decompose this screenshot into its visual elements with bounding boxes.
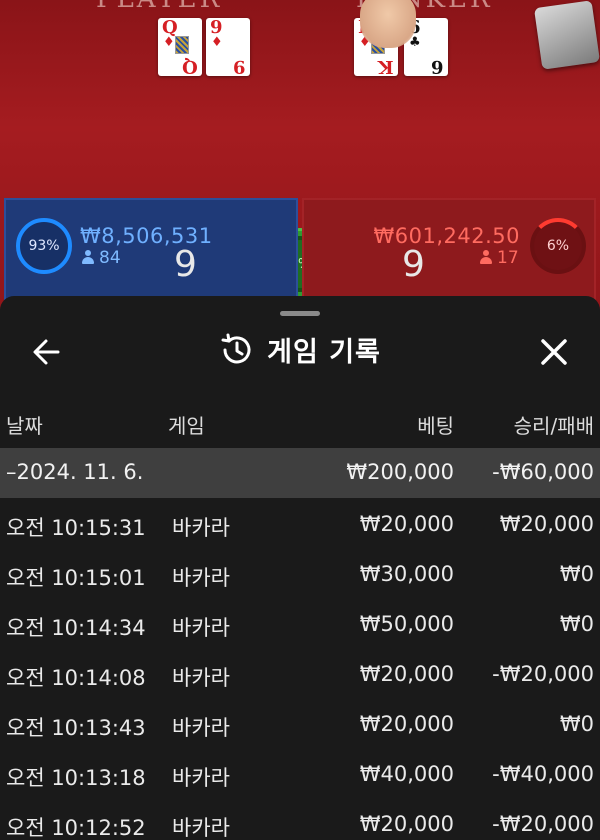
row-bet: ₩40,000 [359, 762, 454, 786]
row-game: 바카라 [172, 616, 230, 640]
history-list: 오전 10:15:31 바카라 ₩20,000 ₩20,000 오전 10:15… [0, 502, 600, 840]
row-time: 오전 10:14:08 [6, 666, 146, 690]
person-icon [82, 250, 94, 264]
table-row[interactable]: 오전 10:13:18 바카라 ₩40,000 -₩40,000 [0, 752, 600, 802]
row-result: ₩0 [559, 712, 594, 736]
row-game: 바카라 [172, 766, 230, 790]
row-game: 바카라 [172, 666, 230, 690]
row-game: 바카라 [172, 566, 230, 590]
row-time: 오전 10:14:34 [6, 616, 146, 640]
day-summary-row[interactable]: –2024. 11. 6. ₩200,000 -₩60,000 [0, 448, 600, 498]
banker-people-count: 17 [497, 248, 519, 268]
row-game: 바카라 [172, 816, 230, 840]
row-result: -₩20,000 [492, 812, 594, 836]
row-time: 오전 10:15:31 [6, 516, 146, 540]
sheet-drag-handle[interactable] [280, 311, 320, 316]
table-header: 날짜 게임 베팅 승리/패배 [0, 406, 600, 446]
row-result: ₩0 [559, 612, 594, 636]
table-row[interactable]: 오전 10:15:31 바카라 ₩20,000 ₩20,000 [0, 502, 600, 552]
day-summary-date: –2024. 11. 6. [6, 460, 144, 484]
row-bet: ₩20,000 [359, 812, 454, 836]
banker-bet-amount: ₩601,242.50 [373, 224, 520, 248]
row-bet: ₩30,000 [359, 562, 454, 586]
row-result: ₩0 [559, 562, 594, 586]
card-shoe [533, 0, 600, 70]
card-face-art [175, 36, 189, 54]
card-suit: ♦ [163, 35, 175, 50]
card-rank-bottom: 6 [431, 56, 444, 77]
row-result: ₩20,000 [499, 512, 594, 536]
sheet-header: 게임 기록 [0, 330, 600, 369]
day-summary-result: -₩60,000 [492, 460, 594, 484]
table-row[interactable]: 오전 10:12:52 바카라 ₩20,000 -₩20,000 [0, 802, 600, 840]
player-card-1: Q ♦ Q [158, 18, 202, 77]
banker-bettor-count: 17 [480, 248, 519, 268]
row-time: 오전 10:12:52 [6, 816, 146, 840]
row-game: 바카라 [172, 716, 230, 740]
player-percent: 93% [28, 238, 60, 254]
row-bet: ₩50,000 [359, 612, 454, 636]
row-bet: ₩20,000 [359, 662, 454, 686]
player-card-2: 9 ♦ 9 [206, 18, 250, 77]
person-icon [480, 250, 492, 264]
row-time: 오전 10:13:43 [6, 716, 146, 740]
close-button[interactable] [534, 332, 574, 372]
table-row[interactable]: 오전 10:14:08 바카라 ₩20,000 -₩20,000 [0, 652, 600, 702]
table-row[interactable]: 오전 10:15:01 바카라 ₩30,000 ₩0 [0, 552, 600, 602]
card-suit: ♦ [211, 35, 223, 50]
card-rank-bottom: K [378, 56, 394, 77]
column-header-date[interactable]: 날짜 [6, 410, 43, 439]
row-bet: ₩20,000 [359, 512, 454, 536]
row-game: 바카라 [172, 516, 230, 540]
banker-percent: 6% [546, 238, 570, 254]
column-header-result[interactable]: 승리/패배 [514, 410, 594, 439]
row-time: 오전 10:15:01 [6, 566, 146, 590]
row-time: 오전 10:13:18 [6, 766, 146, 790]
day-summary-bet: ₩200,000 [346, 460, 454, 484]
table-row[interactable]: 오전 10:13:43 바카라 ₩20,000 ₩0 [0, 702, 600, 752]
player-bettor-count: 84 [82, 248, 121, 268]
row-bet: ₩20,000 [359, 712, 454, 736]
column-header-game[interactable]: 게임 [168, 410, 205, 439]
row-result: -₩40,000 [492, 762, 594, 786]
history-icon [221, 333, 251, 363]
row-result: -₩20,000 [492, 662, 594, 686]
game-table-view: PLAYER BANKER Q ♦ Q 9 ♦ 9 K ♦ K 6 ♣ 6 1%… [0, 0, 600, 320]
close-icon [541, 339, 567, 365]
page-title: 게임 기록 [267, 337, 381, 368]
player-people-count: 84 [99, 248, 121, 268]
game-history-sheet: 게임 기록 날짜 게임 베팅 승리/패배 –2024. 11. 6. ₩200,… [0, 296, 600, 840]
table-row[interactable]: 오전 10:14:34 바카라 ₩50,000 ₩0 [0, 602, 600, 652]
column-header-bet[interactable]: 베팅 [417, 410, 454, 439]
dealer-hand [360, 0, 416, 48]
banker-score: 9 [402, 244, 425, 285]
banker-percent-ring: 6% [530, 218, 586, 274]
player-title: PLAYER [96, 0, 222, 14]
player-score: 9 [174, 244, 197, 285]
card-rank-bottom: Q [182, 56, 198, 77]
player-percent-ring: 93% [16, 218, 72, 274]
card-rank-bottom: 9 [233, 56, 246, 77]
